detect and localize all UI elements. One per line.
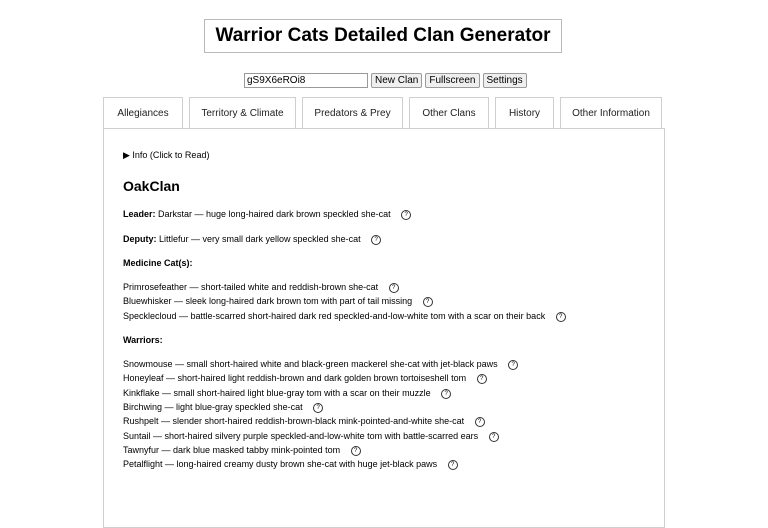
leader-line: Leader: Darkstar — huge long-haired dark…: [123, 209, 412, 220]
list-item: Honeyleaf — short-haired light reddish-b…: [123, 373, 487, 384]
tab-history[interactable]: History: [495, 97, 554, 129]
list-item: Tawnyfur — dark blue masked tabby mink-p…: [123, 445, 361, 456]
cat-description: Petalflight — long-haired creamy dusty b…: [123, 459, 438, 469]
help-icon[interactable]: ?: [313, 402, 324, 413]
medicine-heading-label: Medicine Cat(s):: [123, 258, 193, 268]
help-icon[interactable]: ?: [350, 445, 361, 456]
help-icon[interactable]: ?: [555, 311, 566, 322]
tab-predators-prey[interactable]: Predators & Prey: [302, 97, 403, 129]
leader-text: Darkstar — huge long-haired dark brown s…: [158, 209, 391, 219]
help-icon[interactable]: ?: [422, 296, 433, 307]
help-icon[interactable]: ?: [476, 373, 487, 384]
list-item: Birchwing — light blue-gray speckled she…: [123, 402, 324, 413]
list-item: Suntail — short-haired silvery purple sp…: [123, 431, 499, 442]
list-item: Bluewhisker — sleek long-haired dark bro…: [123, 296, 433, 307]
list-item: Kinkflake — small short-haired light blu…: [123, 388, 452, 399]
list-item: Primrosefeather — short-tailed white and…: [123, 282, 399, 293]
tab-other-clans[interactable]: Other Clans: [409, 97, 489, 129]
help-icon[interactable]: ?: [488, 431, 499, 442]
clan-name: OakClan: [123, 178, 180, 194]
cat-description: Bluewhisker — sleek long-haired dark bro…: [123, 296, 413, 306]
help-icon[interactable]: ?: [508, 359, 519, 370]
deputy-line: Deputy: Littlefur — very small dark yell…: [123, 234, 382, 245]
cat-description: Suntail — short-haired silvery purple sp…: [123, 431, 479, 441]
page-title: Warrior Cats Detailed Clan Generator: [204, 19, 562, 53]
warriors-heading-label: Warriors:: [123, 335, 163, 345]
tab-territory-climate[interactable]: Territory & Climate: [189, 97, 296, 129]
warriors-heading: Warriors:: [123, 335, 163, 345]
deputy-label: Deputy:: [123, 234, 157, 244]
cat-description: Honeyleaf — short-haired light reddish-b…: [123, 373, 467, 383]
list-item: Specklecloud — battle-scarred short-hair…: [123, 311, 566, 322]
help-icon[interactable]: ?: [401, 209, 412, 220]
cat-description: Snowmouse — small short-haired white and…: [123, 359, 498, 369]
cat-description: Birchwing — light blue-gray speckled she…: [123, 402, 303, 412]
list-item: Rushpelt — slender short-haired reddish-…: [123, 416, 485, 427]
new-clan-button[interactable]: New Clan: [371, 73, 423, 88]
cat-description: Tawnyfur — dark blue masked tabby mink-p…: [123, 445, 341, 455]
info-toggle[interactable]: ▶ Info (Click to Read): [123, 150, 209, 161]
leader-label: Leader:: [123, 209, 156, 219]
controls-bar: New Clan Fullscreen Settings: [244, 73, 527, 88]
help-icon[interactable]: ?: [447, 459, 458, 470]
fullscreen-button[interactable]: Fullscreen: [425, 73, 480, 88]
tab-other-information[interactable]: Other Information: [560, 97, 662, 129]
tab-allegiances[interactable]: Allegiances: [103, 97, 183, 129]
cat-description: Primrosefeather — short-tailed white and…: [123, 282, 379, 292]
medicine-heading: Medicine Cat(s):: [123, 258, 193, 268]
help-icon[interactable]: ?: [474, 416, 485, 427]
list-item: Petalflight — long-haired creamy dusty b…: [123, 459, 458, 470]
help-icon[interactable]: ?: [388, 282, 399, 293]
cat-description: Kinkflake — small short-haired light blu…: [123, 388, 431, 398]
help-icon[interactable]: ?: [441, 388, 452, 399]
seed-input[interactable]: [244, 73, 368, 88]
cat-description: Specklecloud — battle-scarred short-hair…: [123, 311, 546, 321]
list-item: Snowmouse — small short-haired white and…: [123, 359, 519, 370]
settings-button[interactable]: Settings: [482, 73, 527, 88]
cat-description: Rushpelt — slender short-haired reddish-…: [123, 416, 465, 426]
help-icon[interactable]: ?: [371, 234, 382, 245]
deputy-text: Littlefur — very small dark yellow speck…: [159, 234, 361, 244]
